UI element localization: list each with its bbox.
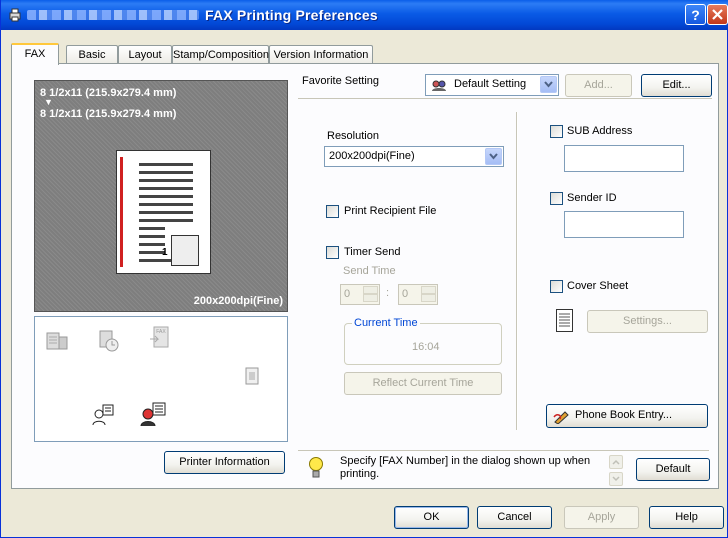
horizontal-divider — [298, 98, 712, 99]
cover-sheet-preview-icon — [556, 309, 573, 332]
send-time-label: Send Time — [343, 265, 396, 277]
resolution-label: Resolution — [327, 130, 379, 142]
window-title: FAX Printing Preferences — [205, 7, 378, 23]
cover-sheet-settings-button[interactable]: Settings... — [587, 310, 708, 333]
scroll-down-icon[interactable] — [609, 472, 623, 486]
binding-edge — [120, 157, 123, 267]
current-time-group: Current Time 16:04 — [344, 317, 502, 365]
arrow-down-icon: ▼ — [44, 97, 53, 107]
apply-button[interactable]: Apply — [564, 506, 639, 529]
reflect-current-time-button[interactable]: Reflect Current Time — [344, 372, 502, 395]
chevron-down-icon[interactable] — [485, 148, 502, 165]
phone-book-icon — [140, 402, 166, 427]
resolution-dropdown[interactable]: 200x200dpi(Fine) — [324, 146, 504, 167]
phone-book-pencil-icon — [553, 411, 569, 424]
send-time-minute-value: 0 — [402, 288, 409, 300]
send-time-hour-spinner[interactable]: 0 — [340, 284, 380, 305]
dialog-window: FAX Printing Preferences ? FAX Basic Lay… — [0, 0, 728, 538]
printer-app-icon — [9, 8, 21, 22]
resolution-value: 200x200dpi(Fine) — [329, 150, 415, 162]
printer-information-button[interactable]: Printer Information — [164, 451, 285, 474]
phone-book-entry-button[interactable]: Phone Book Entry... — [546, 404, 708, 428]
fax-cover-icon: FAX — [150, 326, 169, 348]
sender-id-icon — [92, 404, 114, 426]
lightbulb-icon — [309, 457, 323, 478]
tab-stamp-composition[interactable]: Stamp/Composition — [172, 45, 269, 64]
ok-button[interactable]: OK — [394, 506, 469, 529]
close-icon — [712, 9, 723, 20]
sender-id-input[interactable] — [564, 211, 684, 238]
sub-address-label[interactable]: SUB Address — [567, 125, 632, 137]
tab-basic[interactable]: Basic — [66, 45, 118, 64]
resolution-caption: 200x200dpi(Fine) — [193, 295, 283, 307]
current-time-label: Current Time — [352, 317, 420, 329]
close-button[interactable] — [707, 4, 728, 25]
print-recipient-file-label[interactable]: Print Recipient File — [344, 205, 436, 217]
favorite-setting-dropdown[interactable]: Default Setting — [425, 74, 559, 96]
cover-sheet-label[interactable]: Cover Sheet — [567, 280, 628, 292]
scroll-up-icon[interactable] — [609, 455, 623, 469]
minute-updown-icon[interactable] — [421, 286, 436, 303]
info-message-line1: Specify [FAX Number] in the dialog shown… — [340, 455, 591, 467]
cover-sheet-icon — [245, 367, 259, 385]
title-redacted-model — [27, 10, 199, 20]
function-icon-panel: FAX — [34, 316, 288, 442]
phone-book-entry-label: Phone Book Entry... — [575, 409, 673, 421]
question-icon: ? — [691, 7, 700, 23]
cover-thumbnail — [171, 235, 199, 266]
timer-send-checkbox[interactable] — [326, 246, 339, 259]
page-preview: 8 1/2x11 (215.9x279.4 mm) ▼ 8 1/2x11 (21… — [34, 80, 288, 312]
timer-icon — [99, 330, 119, 352]
fax-send-icon — [46, 332, 68, 350]
sender-id-checkbox[interactable] — [550, 192, 563, 205]
favorite-setting-icon — [432, 80, 446, 91]
send-time-hour-value: 0 — [344, 288, 351, 300]
sender-id-label[interactable]: Sender ID — [567, 192, 617, 204]
default-button[interactable]: Default — [636, 458, 710, 481]
help-title-button[interactable]: ? — [685, 4, 706, 25]
paper-thumbnail: 1 — [116, 150, 211, 274]
page-number: 1 — [162, 247, 168, 258]
hour-updown-icon[interactable] — [363, 286, 378, 303]
edit-favorite-button[interactable]: Edit... — [641, 74, 712, 97]
add-favorite-button[interactable]: Add... — [565, 74, 632, 97]
title-bar[interactable]: FAX Printing Preferences ? — [1, 0, 728, 30]
favorite-setting-value: Default Setting — [454, 78, 527, 90]
timer-send-label[interactable]: Timer Send — [344, 246, 400, 258]
send-time-minute-spinner[interactable]: 0 — [398, 284, 438, 305]
info-message-line2: printing. — [340, 468, 380, 480]
print-recipient-file-checkbox[interactable] — [326, 205, 339, 218]
svg-text:FAX: FAX — [156, 329, 166, 335]
sub-address-checkbox[interactable] — [550, 125, 563, 138]
tab-layout[interactable]: Layout — [118, 45, 172, 64]
favorite-setting-label: Favorite Setting — [302, 75, 380, 87]
chevron-down-icon[interactable] — [540, 76, 557, 93]
cancel-button[interactable]: Cancel — [477, 506, 552, 529]
help-button[interactable]: Help — [649, 506, 724, 529]
current-time-value: 16:04 — [412, 341, 440, 353]
svg-text:?: ? — [691, 7, 700, 23]
paper-size-output: 8 1/2x11 (215.9x279.4 mm) — [40, 108, 177, 120]
sub-address-input[interactable] — [564, 145, 684, 172]
tab-version-information[interactable]: Version Information — [269, 45, 373, 64]
tab-fax[interactable]: FAX — [11, 43, 59, 65]
cover-sheet-checkbox[interactable] — [550, 280, 563, 293]
paper-size-source: 8 1/2x11 (215.9x279.4 mm) — [40, 87, 177, 99]
time-separator: : — [386, 287, 390, 299]
